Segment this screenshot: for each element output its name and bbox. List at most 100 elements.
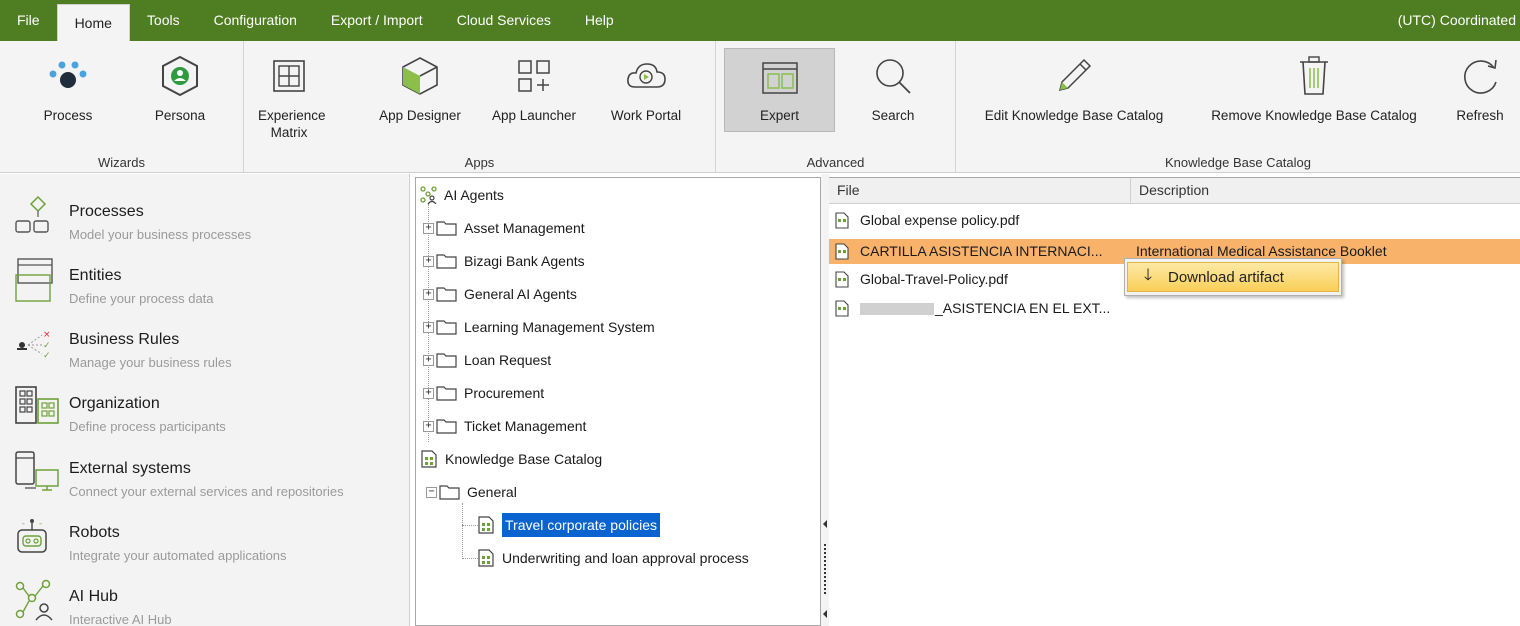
- nav-item-entities[interactable]: Entities Define your process data: [0, 251, 410, 311]
- ribbon-group-advanced: Expert Search Advanced: [716, 41, 956, 173]
- expand-icon[interactable]: +: [423, 354, 434, 366]
- context-menu: 🡓 Download artifact: [1124, 258, 1342, 296]
- business-rules-icon: × ✓ ✓: [14, 321, 62, 361]
- wizards-group-label: Wizards: [98, 155, 145, 170]
- app-designer-button[interactable]: App Designer: [368, 45, 472, 141]
- folder-icon: [436, 385, 458, 401]
- experience-matrix-icon: [258, 45, 320, 107]
- search-button[interactable]: Search: [850, 45, 936, 141]
- ribbon-group-wizards: Process Persona Wizards: [0, 41, 244, 173]
- processes-icon: [14, 193, 62, 233]
- app-designer-icon: [368, 45, 472, 107]
- tree-node-loan-request[interactable]: + Loan Request: [423, 348, 551, 372]
- nav-item-business-rules[interactable]: × ✓ ✓ Business Rules Manage your busines…: [0, 315, 410, 375]
- app-launcher-icon: [482, 45, 586, 107]
- tree-node-bizagi-bank-agents[interactable]: + Bizagi Bank Agents: [423, 249, 585, 273]
- menu-tab-configuration[interactable]: Configuration: [197, 0, 314, 41]
- organization-icon: [14, 385, 62, 425]
- expand-icon[interactable]: +: [423, 255, 434, 267]
- refresh-button[interactable]: Refresh: [1446, 45, 1514, 141]
- nav-item-processes[interactable]: Processes Model your business processes: [0, 187, 410, 247]
- menu-tab-export-import[interactable]: Export / Import: [314, 0, 440, 41]
- expand-icon[interactable]: +: [423, 387, 434, 399]
- tree-node-travel-corporate-policies[interactable]: Travel corporate policies: [478, 513, 660, 537]
- column-header-file[interactable]: File: [829, 178, 1131, 204]
- apps-group-label: Apps: [464, 155, 495, 170]
- robot-icon: - -: [14, 514, 62, 554]
- expert-icon: [725, 49, 834, 107]
- persona-button[interactable]: Persona: [134, 45, 226, 141]
- column-header-description[interactable]: Description: [1131, 178, 1520, 204]
- expand-icon[interactable]: +: [423, 288, 434, 300]
- tree-panel: AI Agents + Asset Management + Bizagi Ba…: [415, 177, 821, 626]
- work-portal-icon: [598, 45, 694, 107]
- menu-tab-cloud-services[interactable]: Cloud Services: [440, 0, 568, 41]
- download-artifact-menu-item[interactable]: 🡓 Download artifact: [1127, 262, 1339, 292]
- file-list-panel: File Description Global expense policy.p…: [829, 177, 1520, 626]
- ai-hub-icon: [14, 578, 62, 621]
- folder-icon: [436, 286, 458, 302]
- download-arrow-icon: 🡓: [1143, 266, 1153, 284]
- document-icon: [835, 300, 849, 325]
- experience-matrix-button[interactable]: Experience Matrix: [258, 45, 326, 141]
- tree-node-general-ai-agents[interactable]: + General AI Agents: [423, 282, 577, 306]
- work-portal-button[interactable]: Work Portal: [598, 45, 694, 141]
- folder-icon: [439, 484, 461, 500]
- catalog-icon: [478, 549, 494, 567]
- persona-icon: [134, 45, 226, 107]
- folder-icon: [436, 352, 458, 368]
- expand-icon[interactable]: +: [423, 222, 434, 234]
- ribbon-group-apps: Experience Matrix App Designer App Launc…: [244, 41, 716, 173]
- folder-icon: [436, 253, 458, 269]
- left-navigation-panel: Processes Model your business processes …: [0, 174, 410, 626]
- nav-item-ai-hub[interactable]: AI Hub Interactive AI Hub: [0, 572, 410, 626]
- svg-text:✓: ✓: [43, 341, 51, 351]
- app-launcher-button[interactable]: App Launcher: [482, 45, 586, 141]
- document-icon: [835, 271, 849, 296]
- entities-icon: [14, 257, 62, 302]
- nav-item-robots[interactable]: - - Robots Integrate your automated appl…: [0, 508, 410, 568]
- remove-kb-catalog-button[interactable]: Remove Knowledge Base Catalog: [1188, 45, 1440, 141]
- folder-icon: [436, 220, 458, 236]
- nav-item-external-systems[interactable]: External systems Connect your external s…: [0, 444, 410, 504]
- process-icon: [22, 45, 114, 107]
- tree-node-ticket-management[interactable]: + Ticket Management: [423, 414, 586, 438]
- edit-kb-catalog-button[interactable]: Edit Knowledge Base Catalog: [966, 45, 1182, 141]
- advanced-group-label: Advanced: [806, 155, 865, 170]
- tree-node-asset-management[interactable]: + Asset Management: [423, 216, 585, 240]
- svg-text:-: -: [22, 519, 25, 528]
- file-row[interactable]: Global expense policy.pdf: [829, 208, 1520, 233]
- tree-node-knowledge-base-catalog[interactable]: Knowledge Base Catalog: [421, 447, 602, 471]
- menu-tab-home[interactable]: Home: [56, 4, 130, 41]
- expert-button[interactable]: Expert: [724, 48, 835, 132]
- menu-bar: File Home Tools Configuration Export / I…: [0, 0, 1520, 41]
- ribbon-group-knowledge-base: Edit Knowledge Base Catalog Remove Knowl…: [956, 41, 1520, 173]
- pencil-icon: [966, 45, 1182, 107]
- ai-agents-icon: [420, 186, 438, 204]
- panel-splitter[interactable]: [821, 174, 829, 626]
- menu-tab-tools[interactable]: Tools: [130, 0, 197, 41]
- tree-node-learning-management-system[interactable]: + Learning Management System: [423, 315, 655, 339]
- nav-item-organization[interactable]: Organization Define process participants: [0, 379, 410, 439]
- redacted-text: [860, 303, 934, 316]
- collapse-icon[interactable]: −: [426, 486, 437, 498]
- tree-node-underwriting[interactable]: Underwriting and loan approval process: [478, 546, 749, 570]
- tree-node-procurement[interactable]: + Procurement: [423, 381, 544, 405]
- kb-group-label: Knowledge Base Catalog: [1165, 155, 1311, 170]
- catalog-icon: [478, 516, 494, 534]
- svg-text:×: ×: [43, 330, 51, 340]
- menu-tab-help[interactable]: Help: [568, 0, 631, 41]
- svg-text:-: -: [39, 519, 42, 528]
- process-button[interactable]: Process: [22, 45, 114, 141]
- document-icon: [835, 212, 849, 237]
- tree-node-ai-agents[interactable]: AI Agents: [420, 183, 504, 207]
- expand-icon[interactable]: +: [423, 420, 434, 432]
- external-systems-icon: [14, 450, 62, 491]
- catalog-icon: [421, 450, 437, 468]
- tree-node-general[interactable]: − General: [426, 480, 517, 504]
- file-row[interactable]: _ASISTENCIA EN EL EXT...: [829, 296, 1520, 321]
- menu-tab-file[interactable]: File: [0, 0, 57, 41]
- expand-icon[interactable]: +: [423, 321, 434, 333]
- timezone-label: (UTC) Coordinated: [1397, 12, 1516, 28]
- ribbon: Process Persona Wizards Experience Matri…: [0, 41, 1520, 173]
